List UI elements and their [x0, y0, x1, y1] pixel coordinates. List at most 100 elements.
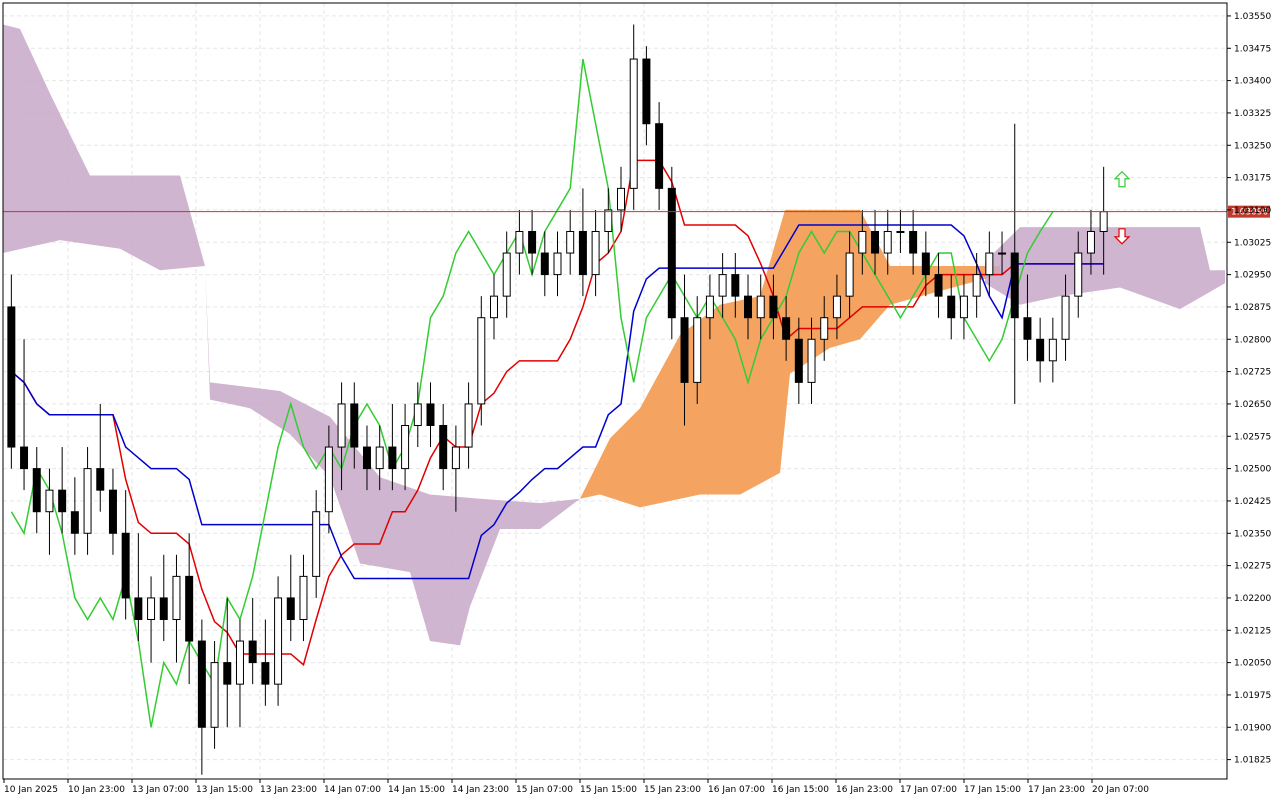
bullish-candle [629, 58, 638, 189]
bearish-candle [426, 403, 435, 426]
bullish-candle [604, 209, 613, 232]
y-tick-label: 1.03025 [1234, 238, 1271, 248]
bullish-candle [807, 338, 816, 383]
x-tick-label: 14 Jan 15:00 [388, 785, 445, 795]
bullish-candle [718, 274, 727, 297]
bullish-candle [1074, 252, 1083, 297]
y-tick-label: 1.02350 [1234, 529, 1271, 539]
bearish-candle [667, 187, 676, 319]
x-tick-label: 15 Jan 15:00 [580, 785, 637, 795]
kumo-bearish-region [985, 227, 1225, 310]
bearish-candle [769, 295, 778, 319]
y-tick-label: 1.02650 [1234, 400, 1271, 410]
bullish-candle [959, 295, 968, 319]
bearish-candle [947, 295, 956, 319]
bullish-candle [490, 295, 498, 319]
bearish-candle [909, 230, 918, 254]
bullish-candle [566, 230, 575, 254]
bearish-candle [439, 424, 448, 470]
y-tick-label: 1.03475 [1234, 44, 1271, 54]
bearish-candle [286, 597, 295, 620]
x-tick-label: 15 Jan 23:00 [644, 785, 701, 795]
bullish-candle [312, 511, 321, 577]
bullish-candle [693, 317, 702, 383]
bullish-candle [591, 230, 600, 276]
bullish-candle [274, 597, 283, 685]
bullish-candle [845, 252, 854, 297]
bearish-candle [1036, 338, 1045, 362]
x-tick-label: 16 Jan 23:00 [836, 785, 893, 795]
y-tick-label: 1.01900 [1234, 723, 1271, 733]
x-tick-label: 14 Jan 07:00 [324, 785, 381, 795]
y-tick-label: 1.02200 [1234, 594, 1271, 604]
bullish-candle [45, 489, 54, 513]
bearish-candle [7, 306, 16, 448]
x-tick-label: 13 Jan 07:00 [132, 785, 189, 795]
chart-container[interactable]: 1.03096 1.03550 1.03475 1.03400 1.03325 1.03… [0, 0, 1280, 800]
x-tick-label: 10 Jan 2025 [4, 785, 58, 795]
y-tick-label: 1.02500 [1234, 465, 1271, 475]
bearish-candle [540, 252, 549, 276]
bearish-candle [248, 640, 257, 664]
y-tick-label: 1.03100 [1234, 206, 1271, 216]
bullish-candle [451, 446, 460, 470]
bearish-candle [350, 403, 359, 448]
bullish-candle [896, 230, 905, 233]
bearish-candle [731, 274, 740, 297]
x-tick-label: 16 Jan 15:00 [772, 785, 829, 795]
bullish-candle [375, 446, 384, 470]
bullish-candle [401, 424, 410, 470]
bearish-candle [934, 274, 943, 297]
candlestick-chart[interactable]: 1.03096 1.03550 1.03475 1.03400 1.03325 1.03… [0, 0, 1280, 800]
y-tick-label: 1.02875 [1234, 303, 1271, 313]
bullish-candle [832, 295, 841, 319]
y-tick-label: 1.03550 [1234, 12, 1271, 22]
y-tick-label: 1.02125 [1234, 626, 1271, 636]
x-tick-label: 17 Jan 15:00 [964, 785, 1021, 795]
y-tick-label: 1.01825 [1234, 756, 1271, 766]
bullish-candle [502, 252, 511, 297]
kumo-bearish-region [3, 24, 580, 646]
y-tick-label: 1.02800 [1234, 335, 1271, 345]
bullish-candle [756, 295, 765, 319]
bearish-candle [32, 468, 41, 513]
bearish-candle [134, 597, 143, 620]
bullish-candle [858, 230, 867, 254]
bullish-candle [235, 640, 244, 685]
bullish-candle [705, 295, 714, 319]
bearish-candle [578, 230, 587, 276]
bullish-candle [617, 187, 625, 211]
y-tick-label: 1.01975 [1234, 691, 1271, 701]
bearish-candle [223, 662, 232, 685]
bearish-candle [185, 575, 194, 642]
bullish-candle [413, 403, 422, 426]
bullish-candle [998, 252, 1007, 255]
y-tick-label: 1.02050 [1234, 659, 1271, 669]
bullish-candle [83, 468, 92, 534]
y-tick-label: 1.02425 [1234, 497, 1271, 507]
x-tick-label: 20 Jan 07:00 [1092, 785, 1149, 795]
bearish-candle [680, 317, 689, 383]
bearish-candle [362, 446, 371, 470]
x-tick-label: 14 Jan 23:00 [452, 785, 509, 795]
bearish-candle [121, 532, 130, 599]
y-tick-label: 1.03250 [1234, 141, 1271, 151]
bullish-candle [299, 575, 308, 620]
bearish-candle [1010, 252, 1019, 319]
y-tick-label: 1.02575 [1234, 432, 1271, 442]
bullish-candle [820, 317, 829, 340]
grid-layer [3, 3, 1227, 779]
bearish-candle [70, 511, 79, 534]
x-tick-label: 16 Jan 07:00 [708, 785, 765, 795]
bearish-candle [20, 446, 29, 470]
bullish-candle [553, 252, 562, 276]
bearish-candle [197, 640, 206, 728]
y-tick-label: 1.03400 [1234, 77, 1271, 87]
x-tick-label: 15 Jan 07:00 [516, 785, 573, 795]
arrow-up-icon [1113, 170, 1131, 188]
x-tick-label: 13 Jan 23:00 [260, 785, 317, 795]
x-tick-label: 17 Jan 23:00 [1028, 785, 1085, 795]
x-tick-label: 10 Jan 23:00 [68, 785, 125, 795]
x-tick-label: 17 Jan 07:00 [900, 785, 957, 795]
bullish-candle [477, 317, 486, 405]
